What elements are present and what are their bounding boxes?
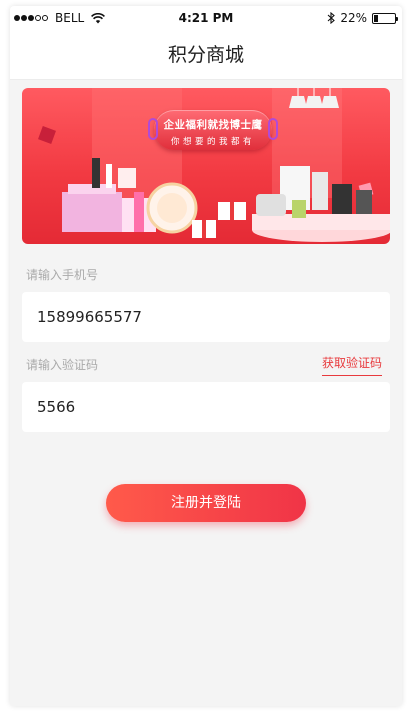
status-right: 22% bbox=[327, 11, 398, 25]
get-code-button[interactable]: 获取验证码 bbox=[321, 354, 382, 376]
phone-input[interactable]: 15899665577 bbox=[22, 292, 390, 342]
page-title: 积分商城 bbox=[167, 44, 244, 66]
battery-icon bbox=[372, 12, 398, 24]
status-bar: BELL 4:21 PM 22% bbox=[10, 6, 402, 30]
battery-fill bbox=[374, 14, 379, 22]
nav-bar: 积分商城 bbox=[10, 30, 402, 80]
badge-hook-right bbox=[268, 118, 278, 140]
banner-subline: 你想要的我都有 bbox=[170, 137, 255, 147]
banner-headline: 企业福利就找博士鹰 bbox=[163, 119, 263, 131]
banner-slogan-badge: 企业福利就找博士鹰 你想要的我都有 bbox=[148, 110, 278, 150]
register-login-button[interactable]: 注册并登陆 bbox=[106, 484, 306, 522]
battery-percent: 22% bbox=[340, 11, 367, 25]
phone-screen: BELL 4:21 PM 22% 积分商城 企业福利就找博士鹰 你想要的我都有 … bbox=[10, 6, 402, 706]
promo-banner[interactable]: 企业福利就找博士鹰 你想要的我都有 bbox=[22, 88, 390, 244]
phone-label: 请输入手机号 bbox=[26, 268, 99, 282]
bluetooth-icon bbox=[327, 12, 336, 24]
code-input[interactable]: 5566 bbox=[22, 382, 390, 432]
code-label: 请输入验证码 bbox=[26, 358, 99, 372]
badge-hook-left bbox=[148, 118, 158, 140]
